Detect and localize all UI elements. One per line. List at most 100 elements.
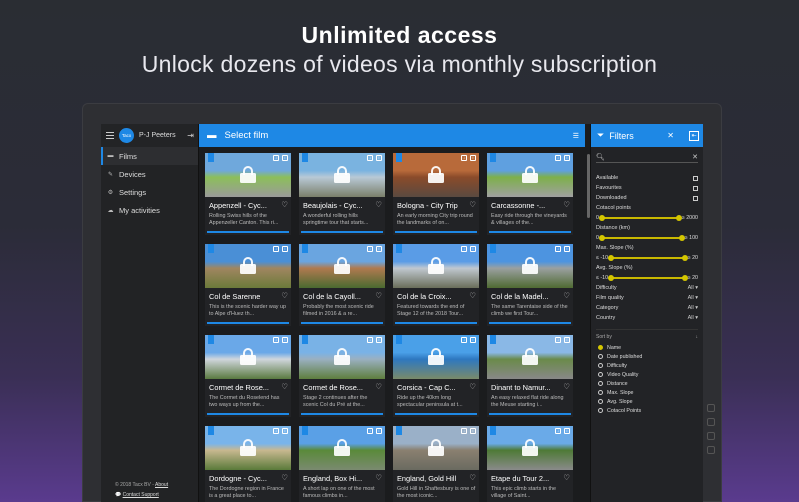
checkbox[interactable] (693, 185, 698, 191)
slider-handle-max[interactable] (678, 234, 685, 241)
film-thumbnail[interactable]: ↓ i (299, 426, 385, 470)
select-value[interactable]: All ▾ (688, 305, 698, 311)
favourite-heart-icon[interactable]: ♡ (375, 200, 382, 209)
download-icon[interactable]: ↓ (367, 428, 373, 434)
film-card[interactable]: ↓ i Col de la Croix... ♡ Featured towards th… (393, 244, 479, 326)
film-card[interactable]: ↓ i Dinant to Namur... ♡ An easy relaxed fla… (487, 335, 573, 417)
slider-track[interactable] (608, 274, 688, 281)
favourite-heart-icon[interactable]: ♡ (281, 382, 288, 391)
film-card[interactable]: ↓ i England, Gold Hill ♡ Gold Hill in Shafte… (393, 426, 479, 502)
info-icon[interactable]: i (282, 337, 288, 343)
info-icon[interactable]: i (282, 246, 288, 252)
sort-direction-icon[interactable]: ↓ (696, 334, 699, 343)
info-icon[interactable]: i (470, 428, 476, 434)
radio-button[interactable] (598, 354, 603, 359)
slider-handle-min[interactable] (598, 234, 605, 241)
film-thumbnail[interactable]: ↓ i (487, 335, 573, 379)
info-icon[interactable]: i (564, 246, 570, 252)
logout-icon[interactable]: ⇥ (187, 131, 194, 140)
download-icon[interactable]: ↓ (367, 246, 373, 252)
film-thumbnail[interactable]: ↓ i (205, 426, 291, 470)
info-icon[interactable]: i (470, 155, 476, 161)
cotacol-range-slider[interactable]: 0 ≥ 2000 (591, 213, 703, 223)
about-link[interactable]: About (155, 482, 168, 488)
film-thumbnail[interactable]: ↓ i (487, 244, 573, 288)
info-icon[interactable]: i (470, 337, 476, 343)
avg_slope-range-slider[interactable]: ≤ -10 ≥ 20 (591, 273, 703, 283)
slider-handle-max[interactable] (681, 254, 688, 261)
film-thumbnail[interactable]: ↓ i (205, 244, 291, 288)
film-thumbnail[interactable]: ↓ i (487, 153, 573, 197)
favourite-heart-icon[interactable]: ♡ (375, 473, 382, 482)
collapse-panel-icon[interactable]: ⇤ (689, 130, 699, 141)
favourite-heart-icon[interactable]: ♡ (375, 291, 382, 300)
info-icon[interactable]: i (282, 428, 288, 434)
film-card[interactable]: ↓ i Cormet de Rose... ♡ Stage 2 continues af… (299, 335, 385, 417)
filter-downloaded[interactable]: Downloaded (591, 193, 703, 203)
clear-search-icon[interactable]: ✕ (692, 153, 698, 161)
download-icon[interactable]: ↓ (461, 337, 467, 343)
info-icon[interactable]: i (564, 155, 570, 161)
sort-option[interactable]: Max. Slope (591, 388, 703, 397)
checkbox[interactable] (693, 195, 698, 201)
favourite-heart-icon[interactable]: ♡ (281, 291, 288, 300)
list-view-icon[interactable]: ☰ (573, 132, 579, 140)
download-icon[interactable]: ↓ (555, 428, 561, 434)
filter-available[interactable]: Available (591, 173, 703, 183)
filter-country-select[interactable]: Country All ▾ (591, 313, 703, 323)
radio-button[interactable] (598, 390, 603, 395)
download-icon[interactable]: ↓ (555, 246, 561, 252)
radio-button[interactable] (598, 399, 603, 404)
radio-button[interactable] (598, 381, 603, 386)
film-card[interactable]: ↓ i Corsica - Cap C... ♡ Ride up the 40km lo… (393, 335, 479, 417)
film-thumbnail[interactable]: ↓ i (299, 244, 385, 288)
filter-film-quality-select[interactable]: Film quality All ▾ (591, 293, 703, 303)
film-card[interactable]: ↓ i Cormet de Rose... ♡ The Cormet du Rosele… (205, 335, 291, 417)
filter-difficulty-select[interactable]: Difficulty All ▾ (591, 283, 703, 293)
film-card[interactable]: ↓ i Bologna - City Trip ♡ An early morning C… (393, 153, 479, 235)
max_slope-range-slider[interactable]: ≤ -10 ≥ 20 (591, 253, 703, 263)
slider-track[interactable] (598, 214, 682, 221)
film-card[interactable]: ↓ i Col de Sarenne ♡ This is the scenic hard… (205, 244, 291, 326)
film-card[interactable]: ↓ i Etape du Tour 2... ♡ This epic climb sta… (487, 426, 573, 502)
film-card[interactable]: ↓ i Dordogne - Cyc... ♡ The Dordogne region … (205, 426, 291, 502)
favourite-heart-icon[interactable]: ♡ (281, 473, 288, 482)
film-thumbnail[interactable]: ↓ i (393, 426, 479, 470)
slider-handle-max[interactable] (681, 274, 688, 281)
favourite-heart-icon[interactable]: ♡ (563, 382, 570, 391)
film-thumbnail[interactable]: ↓ i (299, 335, 385, 379)
favourite-heart-icon[interactable]: ♡ (469, 291, 476, 300)
radio-button[interactable] (598, 363, 603, 368)
radio-button[interactable] (598, 408, 603, 413)
info-icon[interactable]: i (564, 428, 570, 434)
favourite-heart-icon[interactable]: ♡ (563, 200, 570, 209)
nav-item-my-activities[interactable]: ☁ My activities (101, 201, 198, 219)
download-icon[interactable]: ↓ (273, 337, 279, 343)
film-thumbnail[interactable]: ↓ i (393, 244, 479, 288)
download-icon[interactable]: ↓ (273, 428, 279, 434)
filter-favourites[interactable]: Favourites (591, 183, 703, 193)
select-value[interactable]: All ▾ (688, 315, 698, 321)
radio-button[interactable] (598, 345, 603, 350)
slider-handle-min[interactable] (598, 214, 605, 221)
sort-option[interactable]: Cotacol Points (591, 406, 703, 415)
distance-range-slider[interactable]: 0 ≥ 100 (591, 233, 703, 243)
favourite-heart-icon[interactable]: ♡ (375, 382, 382, 391)
film-card[interactable]: ↓ i Col de la Madel... ♡ The same Tarentaise… (487, 244, 573, 326)
slider-handle-max[interactable] (675, 214, 682, 221)
menu-icon[interactable] (106, 132, 114, 139)
info-icon[interactable]: i (470, 246, 476, 252)
favourite-heart-icon[interactable]: ♡ (563, 291, 570, 300)
download-icon[interactable]: ↓ (367, 155, 373, 161)
sort-option[interactable]: Video Quality (591, 370, 703, 379)
sort-option[interactable]: Date published (591, 352, 703, 361)
film-card[interactable]: ↓ i Carcassonne -... ♡ Easy ride through the… (487, 153, 573, 235)
nav-item-devices[interactable]: ✎ Devices (101, 165, 198, 183)
film-thumbnail[interactable]: ↓ i (299, 153, 385, 197)
film-card[interactable]: ↓ i Col de la Cayoll... ♡ Probably the most … (299, 244, 385, 326)
favourite-heart-icon[interactable]: ♡ (281, 200, 288, 209)
nav-item-films[interactable]: ▬ Films (101, 147, 198, 165)
favourite-heart-icon[interactable]: ♡ (469, 382, 476, 391)
slider-handle-min[interactable] (608, 274, 615, 281)
info-icon[interactable]: i (376, 428, 382, 434)
